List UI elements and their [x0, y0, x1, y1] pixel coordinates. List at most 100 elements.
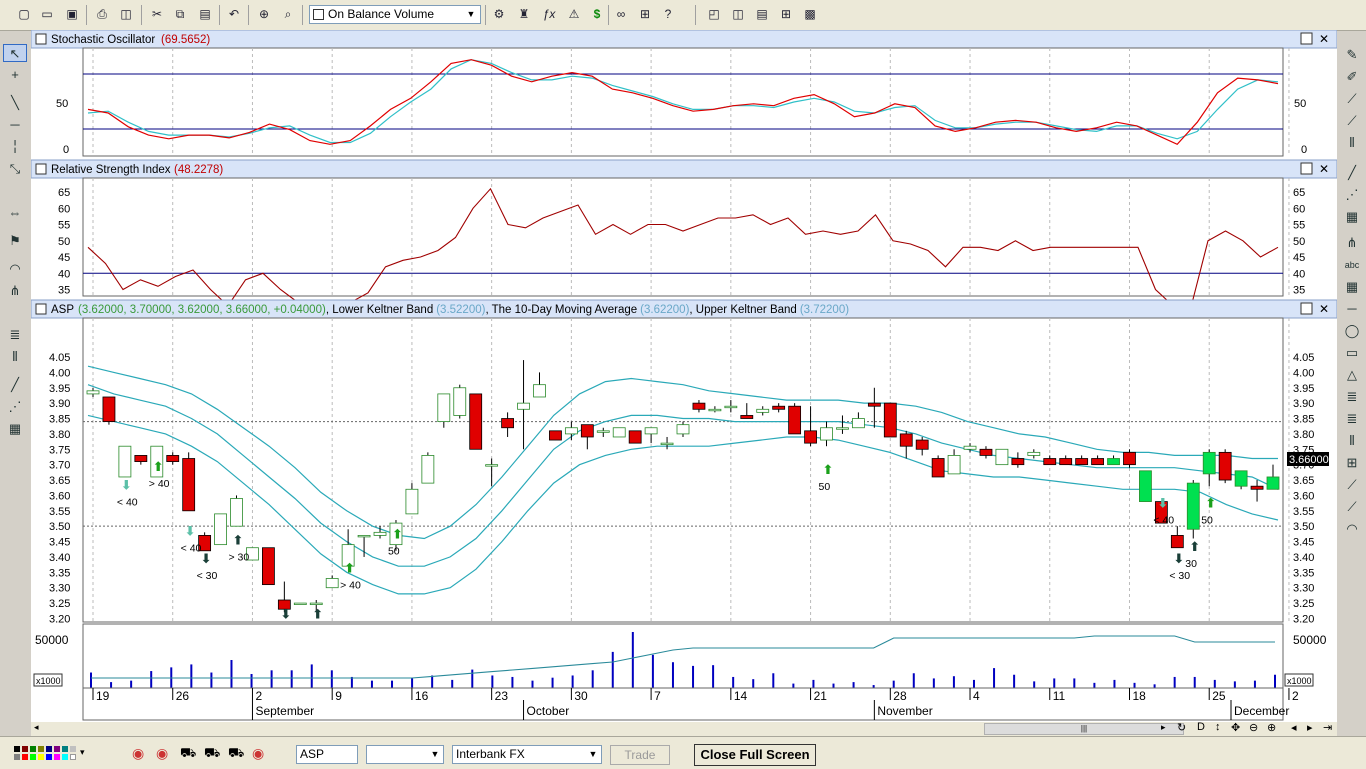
- undo-icon[interactable]: ↶: [225, 5, 243, 23]
- brush-icon[interactable]: ✐: [1340, 68, 1364, 86]
- cut-icon[interactable]: ✂: [148, 5, 166, 23]
- color-swatch[interactable]: [30, 754, 36, 760]
- cycle-tool-icon[interactable]: ⦀: [3, 348, 27, 366]
- trade-button[interactable]: Trade: [610, 745, 670, 765]
- color-swatch[interactable]: [38, 754, 44, 760]
- crosshair-icon[interactable]: ⊕: [255, 5, 273, 23]
- zoom-out-icon[interactable]: ⊖: [1249, 721, 1258, 734]
- truck-icon[interactable]: ⛟: [204, 745, 220, 763]
- fan-tool-icon[interactable]: ⋰: [3, 398, 27, 416]
- copy-icon[interactable]: ⧉: [171, 5, 189, 23]
- help-icon[interactable]: ?: [659, 5, 677, 23]
- binoculars-icon[interactable]: ∞: [612, 5, 630, 23]
- end-icon[interactable]: ⇥: [1323, 721, 1332, 734]
- browser-icon[interactable]: ◉: [156, 745, 168, 762]
- table-icon[interactable]: ▦: [1340, 278, 1364, 296]
- zoom-icon[interactable]: ⌕: [279, 5, 297, 23]
- close-icon[interactable]: ✕: [1319, 32, 1329, 46]
- tile-v-icon[interactable]: ◫: [729, 5, 747, 23]
- maximize-icon[interactable]: [1300, 162, 1313, 175]
- chart-svg[interactable]: Stochastic Oscillator (69.5652) ✕ 50 0 5…: [31, 30, 1337, 722]
- color-swatch[interactable]: [38, 746, 44, 752]
- ray-icon[interactable]: ⟋: [1340, 90, 1364, 108]
- color-swatch[interactable]: [14, 754, 20, 760]
- scroll-left-icon[interactable]: ◂: [34, 722, 39, 733]
- scroll-right-icon[interactable]: ▸: [1161, 722, 1166, 733]
- color-swatch[interactable]: [62, 746, 68, 752]
- color-swatch[interactable]: [22, 746, 28, 752]
- ray-tool-icon[interactable]: ⤡: [3, 160, 27, 178]
- ellipse-icon[interactable]: ◯: [1340, 322, 1364, 340]
- print-preview-icon[interactable]: ◫: [117, 5, 135, 23]
- tile-h-icon[interactable]: ▤: [753, 5, 771, 23]
- checkbox-icon[interactable]: [35, 33, 47, 45]
- save-icon[interactable]: ▣: [63, 5, 81, 23]
- color-swatch[interactable]: [62, 754, 68, 760]
- scroll-thumb[interactable]: |||: [984, 723, 1184, 735]
- rectangle-icon[interactable]: ▭: [1340, 344, 1364, 362]
- color-swatch[interactable]: [70, 746, 76, 752]
- prev-icon[interactable]: ◂: [1291, 721, 1297, 734]
- color-swatch[interactable]: [46, 746, 52, 752]
- palette-icon[interactable]: ▩: [801, 5, 819, 23]
- truck-icon[interactable]: ⛟: [180, 745, 196, 763]
- browser-icon[interactable]: ◉: [252, 745, 264, 762]
- checkbox-icon[interactable]: [35, 163, 47, 175]
- fan-icon[interactable]: ⋰: [1340, 186, 1364, 204]
- speed-icon[interactable]: ⋔: [1340, 234, 1364, 252]
- checkbox-icon[interactable]: [35, 303, 47, 315]
- pitchfork-tool-icon[interactable]: ⋔: [3, 282, 27, 300]
- gann-tool-icon[interactable]: ▦: [3, 420, 27, 438]
- grid-icon[interactable]: ⊞: [777, 5, 795, 23]
- dollar-icon[interactable]: $: [588, 5, 606, 23]
- text-icon[interactable]: abc: [1340, 256, 1364, 274]
- chart-icon[interactable]: ⚠: [565, 5, 583, 23]
- properties-icon[interactable]: ⊞: [636, 5, 654, 23]
- vline-tool-icon[interactable]: ╎: [3, 138, 27, 156]
- channel-icon[interactable]: ⟋: [1340, 498, 1364, 516]
- truck-icon[interactable]: ⛟: [228, 745, 244, 763]
- close-icon[interactable]: ✕: [1319, 302, 1329, 316]
- bars-icon[interactable]: ⦀: [1340, 134, 1364, 152]
- color-swatch[interactable]: [22, 754, 28, 760]
- fib-tool-icon[interactable]: ≣: [3, 326, 27, 344]
- pen-icon[interactable]: ✎: [1340, 46, 1364, 64]
- window-icon[interactable]: ◰: [705, 5, 723, 23]
- alert-icon[interactable]: ⚙: [490, 5, 508, 23]
- grid-icon[interactable]: ▦: [1340, 208, 1364, 226]
- feed-select[interactable]: Interbank FX ▼: [452, 745, 602, 764]
- print-icon[interactable]: ⎙: [93, 5, 111, 23]
- next-icon[interactable]: ▸: [1307, 721, 1313, 734]
- color-palette[interactable]: ▾: [14, 746, 100, 762]
- vertical-resize-icon[interactable]: ↕: [1215, 721, 1221, 733]
- new-icon[interactable]: ▢: [15, 5, 33, 23]
- pitch-icon[interactable]: ⟋: [1340, 112, 1364, 130]
- horizontal-scrollbar[interactable]: ◂ ||| ▸ ↻ D ↕ ✥ ⊖ ⊕ ◂ ▸ ⇥: [31, 721, 1337, 736]
- close-icon[interactable]: ✕: [1319, 162, 1329, 176]
- stochastic-plot[interactable]: [82, 47, 1284, 157]
- fib-fan-icon[interactable]: ⦀: [1340, 432, 1364, 450]
- timeframe-select[interactable]: ▼: [366, 745, 444, 764]
- symbol-input[interactable]: ASP: [296, 745, 358, 764]
- paste-icon[interactable]: ▤: [196, 5, 214, 23]
- slant-icon[interactable]: ╱: [1340, 164, 1364, 182]
- rsi-plot[interactable]: [82, 177, 1284, 297]
- fib-icon[interactable]: ≣: [1340, 388, 1364, 406]
- person-icon[interactable]: ♜: [515, 5, 533, 23]
- color-swatch[interactable]: [46, 754, 52, 760]
- period-icon[interactable]: ↻: [1177, 721, 1186, 734]
- maximize-icon[interactable]: [1300, 302, 1313, 315]
- triangle-icon[interactable]: △: [1340, 366, 1364, 384]
- move-icon[interactable]: ✥: [1231, 721, 1240, 734]
- color-swatch[interactable]: [54, 746, 60, 752]
- flag-tool-icon[interactable]: ⚑: [3, 232, 27, 250]
- color-swatch[interactable]: [30, 746, 36, 752]
- chevron-down-icon[interactable]: ▾: [80, 747, 85, 758]
- gann-icon[interactable]: ⊞: [1340, 454, 1364, 472]
- zoom-in-icon[interactable]: ⊕: [1267, 721, 1276, 734]
- browser-icon[interactable]: ◉: [132, 745, 144, 762]
- color-swatch[interactable]: [54, 754, 60, 760]
- arrow-icon[interactable]: ⟋: [1340, 476, 1364, 494]
- open-icon[interactable]: ▭: [38, 5, 56, 23]
- daily-icon[interactable]: D: [1197, 721, 1205, 733]
